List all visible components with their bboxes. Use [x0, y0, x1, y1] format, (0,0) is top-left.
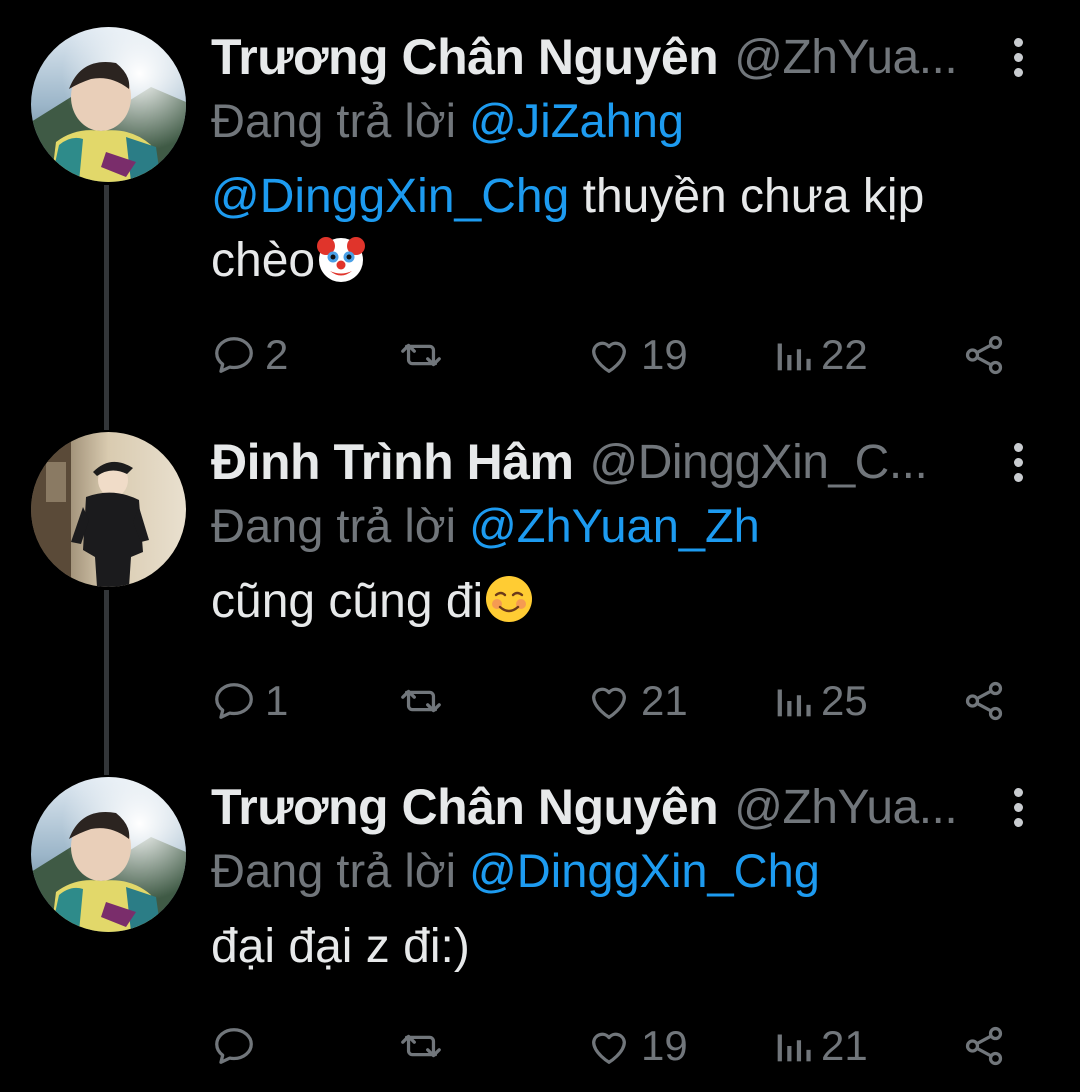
more-options-icon[interactable]	[1008, 777, 1028, 837]
replying-to: Đang trả lời @DinggXin_Chg	[211, 841, 1080, 901]
view-count: 21	[821, 1022, 868, 1069]
heart-icon	[592, 687, 626, 719]
share-button[interactable]	[961, 675, 1007, 727]
replying-to-mention[interactable]: @DinggXin_Chg	[469, 844, 820, 897]
like-button[interactable]: 21	[585, 675, 688, 727]
views-icon	[777, 689, 811, 717]
views-button[interactable]: 22	[773, 329, 868, 381]
reply-count: 1	[265, 677, 289, 724]
retweet-icon	[401, 1034, 441, 1058]
tweet[interactable]: Trương Chân Nguyên @ZhYua... Đang trả lờ…	[0, 27, 1080, 397]
retweet-button[interactable]	[397, 329, 453, 381]
like-count: 19	[641, 1022, 688, 1069]
display-name[interactable]: Trương Chân Nguyên	[211, 778, 719, 836]
tweet[interactable]: Đinh Trình Hâm @DinggXin_C... Đang trả l…	[0, 432, 1080, 742]
replying-to-prefix: Đang trả lời	[211, 94, 457, 147]
replying-to-mention[interactable]: @JiZahng	[469, 94, 684, 147]
retweet-icon	[401, 689, 441, 713]
retweet-icon	[401, 343, 441, 367]
reply-count: 2	[265, 331, 289, 378]
views-icon	[777, 1034, 811, 1062]
tweet-header: Trương Chân Nguyên @ZhYua...	[211, 777, 1080, 837]
tweet-text: cũng cũng đi	[211, 570, 1031, 634]
view-count: 22	[821, 331, 868, 378]
view-count: 25	[821, 677, 868, 724]
retweet-button[interactable]	[397, 675, 453, 727]
replying-to-mention[interactable]: @ZhYuan_Zh	[469, 499, 760, 552]
reply-button[interactable]	[211, 1020, 265, 1072]
tweet-actions: 2 19 22	[211, 329, 1080, 381]
reply-icon	[215, 1028, 253, 1064]
tweet-body: cũng cũng đi	[211, 575, 484, 628]
more-options-icon[interactable]	[1008, 432, 1028, 492]
clown-face-icon	[317, 237, 366, 282]
reply-icon	[215, 683, 253, 719]
reply-button[interactable]: 2	[211, 329, 288, 381]
share-icon	[965, 681, 1003, 721]
retweet-button[interactable]	[397, 1020, 453, 1072]
replying-to: Đang trả lời @ZhYuan_Zh	[211, 496, 1080, 556]
reply-button[interactable]: 1	[211, 675, 288, 727]
reply-icon	[215, 337, 253, 373]
share-button[interactable]	[961, 329, 1007, 381]
mention-link[interactable]: @DinggXin_Chg	[211, 170, 569, 223]
tweet-actions: 19 21	[211, 1020, 1080, 1072]
username[interactable]: @DinggXin_C...	[589, 435, 927, 490]
views-button[interactable]: 25	[773, 675, 868, 727]
tweet-text: @DinggXin_Chg thuyền chưa kịp chèo	[211, 165, 1031, 293]
share-icon	[965, 335, 1003, 375]
display-name[interactable]: Trương Chân Nguyên	[211, 28, 719, 86]
more-options-icon[interactable]	[1008, 27, 1028, 87]
tweet[interactable]: Trương Chân Nguyên @ZhYua... Đang trả lờ…	[0, 777, 1080, 1092]
display-name[interactable]: Đinh Trình Hâm	[211, 433, 574, 491]
share-button[interactable]	[961, 1020, 1007, 1072]
heart-icon	[592, 1032, 626, 1064]
tweet-body: đại đại z đi:)	[211, 920, 470, 973]
tweet-text: đại đại z đi:)	[211, 915, 1031, 979]
heart-icon	[592, 341, 626, 373]
views-button[interactable]: 21	[773, 1020, 868, 1072]
share-icon	[965, 1026, 1003, 1066]
replying-to-prefix: Đang trả lời	[211, 499, 457, 552]
username[interactable]: @ZhYua...	[734, 30, 958, 85]
avatar[interactable]	[31, 432, 186, 587]
tweet-actions: 1 21 25	[211, 675, 1080, 727]
like-count: 21	[641, 677, 688, 724]
views-icon	[777, 343, 811, 371]
replying-to: Đang trả lời @JiZahng	[211, 91, 1080, 151]
avatar[interactable]	[31, 27, 186, 182]
like-button[interactable]: 19	[585, 1020, 688, 1072]
avatar[interactable]	[31, 777, 186, 932]
tweet-header: Đinh Trình Hâm @DinggXin_C...	[211, 432, 1080, 492]
smiling-blush-face-icon	[486, 576, 533, 622]
replying-to-prefix: Đang trả lời	[211, 844, 457, 897]
tweet-header: Trương Chân Nguyên @ZhYua...	[211, 27, 1080, 87]
like-count: 19	[641, 331, 688, 378]
like-button[interactable]: 19	[585, 329, 688, 381]
username[interactable]: @ZhYua...	[734, 780, 958, 835]
